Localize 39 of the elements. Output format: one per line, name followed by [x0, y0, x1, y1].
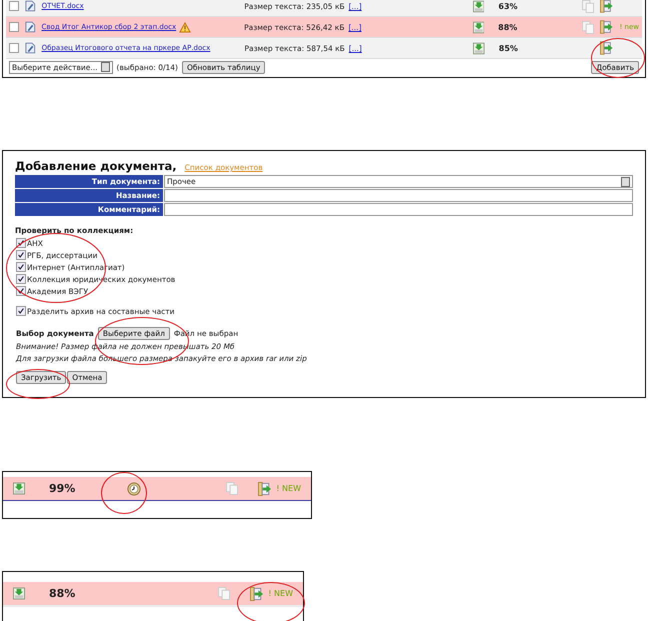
copies-icon[interactable] — [218, 587, 230, 600]
report-icon[interactable] — [600, 41, 614, 55]
checkbox[interactable] — [16, 238, 26, 248]
document-icon — [25, 42, 36, 54]
download-icon[interactable] — [472, 20, 484, 34]
checkbox[interactable] — [9, 43, 19, 53]
annotation-circle — [591, 38, 645, 78]
copies-icon[interactable] — [582, 20, 594, 34]
checkbox[interactable] — [9, 1, 19, 11]
input-field[interactable] — [164, 203, 633, 216]
download-icon[interactable] — [473, 42, 485, 54]
report-icon[interactable] — [250, 586, 264, 600]
form-title: Добавление документа, — [15, 159, 177, 173]
annotation-circle — [101, 472, 147, 514]
score: 63% — [498, 2, 519, 10]
new-label: ! NEW — [268, 589, 293, 598]
checkbox[interactable] — [16, 286, 26, 296]
score: 88% — [49, 587, 76, 600]
score: 88% — [498, 22, 518, 32]
checkbox[interactable] — [9, 22, 19, 32]
new-label: ! NEW — [276, 484, 301, 493]
report-icon[interactable] — [258, 482, 272, 496]
copies-icon[interactable] — [226, 482, 238, 495]
download-icon[interactable] — [472, 0, 484, 12]
report-icon[interactable] — [600, 20, 614, 34]
checkbox[interactable] — [16, 274, 26, 284]
download-icon[interactable] — [13, 587, 25, 600]
download-icon[interactable] — [13, 482, 25, 495]
checkbox[interactable] — [16, 262, 26, 272]
document-icon — [25, 21, 36, 33]
copies-icon[interactable] — [582, 0, 594, 12]
annotation-circle — [6, 369, 70, 399]
annotation-circle — [237, 582, 305, 621]
report-icon[interactable] — [600, 0, 614, 13]
score: 99% — [49, 482, 76, 495]
checkbox[interactable] — [16, 306, 26, 316]
checkbox[interactable] — [16, 250, 26, 260]
score: 85% — [498, 44, 519, 52]
input-field[interactable] — [164, 189, 633, 202]
